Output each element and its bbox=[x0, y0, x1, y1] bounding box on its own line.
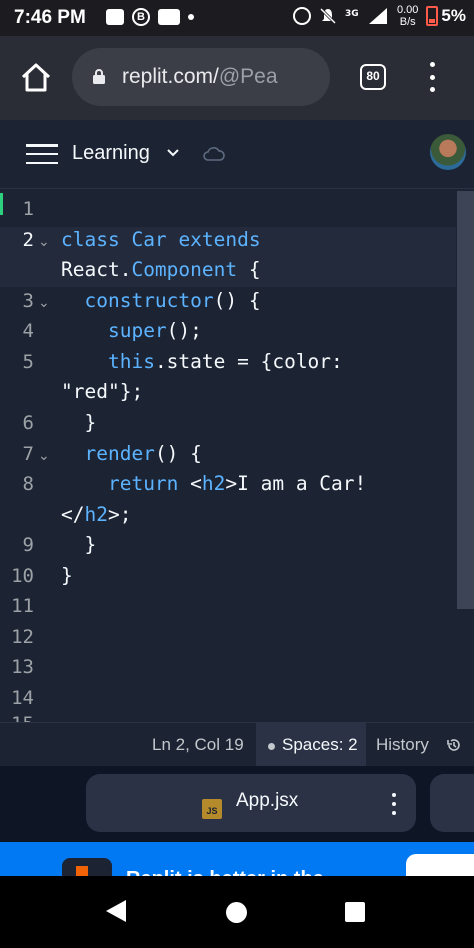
file-tab-label: App.jsx bbox=[236, 790, 299, 811]
home-icon[interactable] bbox=[18, 60, 54, 96]
fold-chevron-icon[interactable]: ⌄ bbox=[38, 287, 50, 317]
line-number: 6 bbox=[22, 412, 34, 434]
lock-icon bbox=[93, 69, 105, 84]
url-main: replit.com/ bbox=[122, 65, 219, 88]
battery-icon bbox=[426, 6, 439, 26]
svg-text:3G: 3G bbox=[345, 9, 359, 19]
code-line[interactable]: super(); bbox=[61, 316, 202, 346]
file-tab-app-jsx[interactable]: JS App.jsx bbox=[86, 774, 416, 832]
net-speed-value: 0.00 bbox=[397, 4, 419, 16]
browser-menu-icon[interactable] bbox=[428, 62, 436, 92]
mute-icon bbox=[319, 7, 337, 25]
hamburger-menu-icon[interactable] bbox=[26, 144, 58, 164]
code-line-wrap[interactable]: </h2>; bbox=[61, 500, 131, 530]
browser-toolbar: replit.com/@Pea 80 bbox=[0, 36, 474, 120]
youtube-icon bbox=[158, 9, 180, 25]
code-line[interactable]: } bbox=[61, 530, 96, 560]
code-line-wrap[interactable]: React.Component { bbox=[61, 255, 261, 285]
avatar[interactable] bbox=[430, 134, 466, 170]
line-number: 4 bbox=[22, 320, 34, 342]
line-number: 7 bbox=[22, 443, 34, 465]
home-circle-icon[interactable] bbox=[226, 902, 247, 923]
cursor-position[interactable]: Ln 2, Col 19 bbox=[152, 735, 244, 755]
chevron-down-icon[interactable] bbox=[166, 146, 180, 160]
address-bar[interactable]: replit.com/@Pea bbox=[72, 48, 330, 106]
banner-open-button[interactable] bbox=[406, 854, 474, 876]
code-editor[interactable]: 1 2 3 4 5 6 7 8 9 10 11 12 13 14 15 ⌄ ⌄ … bbox=[0, 189, 474, 722]
line-number: 2 bbox=[22, 229, 34, 251]
system-nav-bar bbox=[0, 876, 474, 948]
clock: 7:46 PM bbox=[14, 7, 86, 28]
js-file-icon: JS bbox=[202, 799, 222, 819]
cloud-icon bbox=[203, 147, 225, 161]
more-notifications-icon bbox=[188, 14, 194, 20]
line-number: 3 bbox=[22, 290, 34, 312]
battery: 5% bbox=[426, 6, 466, 26]
code-line-wrap[interactable]: "red"}; bbox=[61, 377, 143, 407]
alarm-icon bbox=[293, 7, 311, 25]
b-app-icon: B bbox=[132, 8, 150, 26]
line-number: 12 bbox=[11, 626, 34, 648]
app-promo-banner[interactable]: Replit is better in the bbox=[0, 842, 474, 876]
code-line[interactable]: } bbox=[61, 561, 73, 591]
line-number: 11 bbox=[11, 595, 34, 617]
line-number: 8 bbox=[22, 473, 34, 495]
file-tab-next[interactable] bbox=[430, 774, 474, 832]
line-number-partial: 15 bbox=[0, 709, 34, 722]
code-line[interactable]: constructor() { bbox=[61, 286, 260, 316]
file-tabs: JS App.jsx bbox=[0, 766, 474, 842]
editor-scrollbar[interactable] bbox=[457, 191, 474, 609]
tab-switcher-button[interactable]: 80 bbox=[360, 64, 386, 90]
history-button[interactable]: History bbox=[376, 735, 429, 755]
indent-setting-button[interactable]: Spaces: 2 bbox=[256, 723, 366, 767]
history-icon[interactable] bbox=[446, 737, 462, 753]
gallery-icon bbox=[106, 9, 124, 25]
tab-menu-icon[interactable] bbox=[391, 793, 397, 815]
recents-icon[interactable] bbox=[345, 902, 365, 922]
fold-chevron-icon[interactable]: ⌄ bbox=[38, 440, 50, 470]
signal-icon: 3G bbox=[345, 8, 387, 24]
battery-percent: 5% bbox=[441, 6, 466, 25]
url-path: @Pea bbox=[218, 65, 278, 88]
editor-status-bar: Ln 2, Col 19 Spaces: 2 History bbox=[0, 722, 474, 767]
code-line[interactable]: } bbox=[61, 408, 96, 438]
system-icons: 3G 0.00 B/s 5% bbox=[293, 4, 466, 28]
workspace-header: Learning bbox=[0, 120, 474, 189]
net-speed: 0.00 B/s bbox=[397, 4, 418, 28]
back-icon[interactable] bbox=[106, 900, 126, 922]
line-number: 1 bbox=[22, 198, 34, 220]
code-line[interactable]: render() { bbox=[61, 439, 201, 469]
net-speed-unit: B/s bbox=[399, 16, 416, 28]
line-number: 10 bbox=[11, 565, 34, 587]
fold-chevron-icon[interactable]: ⌄ bbox=[38, 226, 50, 256]
line-number: 9 bbox=[22, 534, 34, 556]
banner-text: Replit is better in the bbox=[126, 868, 324, 876]
replit-logo bbox=[62, 858, 112, 876]
indent-setting-label: Spaces: 2 bbox=[282, 735, 358, 754]
url-text: replit.com/@Pea bbox=[122, 65, 322, 89]
project-name[interactable]: Learning bbox=[72, 142, 150, 165]
line-number: 5 bbox=[22, 351, 34, 373]
code-line[interactable]: this.state = {color: bbox=[61, 347, 343, 377]
code-line[interactable]: return <h2>I am a Car! bbox=[61, 469, 366, 499]
notification-icons: B bbox=[106, 8, 194, 26]
line-number: 13 bbox=[11, 656, 34, 678]
bullet-icon bbox=[268, 743, 275, 750]
code-line[interactable]: class Car extends bbox=[61, 225, 261, 255]
status-bar: 7:46 PM B 3G 0.00 B/s 5% bbox=[0, 0, 474, 36]
